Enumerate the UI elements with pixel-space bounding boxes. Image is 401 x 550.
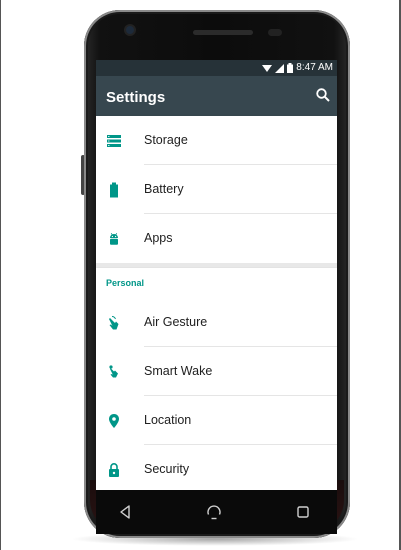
front-camera (126, 26, 134, 34)
settings-item-label: Storage (144, 133, 188, 147)
settings-item-battery[interactable]: Battery (96, 165, 337, 214)
signal-icon (275, 63, 285, 73)
settings-item-label: Security (144, 462, 190, 476)
status-bar: 8:47 AM (96, 60, 337, 76)
location-pin-icon (109, 414, 119, 428)
status-time: 8:47 AM (296, 62, 333, 73)
settings-item-storage[interactable]: Storage (96, 116, 337, 165)
settings-item-label: Location (144, 413, 192, 427)
page-title: Settings (106, 89, 166, 106)
app-bar: Settings (96, 76, 337, 116)
settings-item-air-gesture[interactable]: Air Gesture (96, 298, 337, 347)
earpiece-speaker (193, 30, 253, 35)
settings-item-label: Apps (144, 231, 173, 245)
lock-icon (109, 463, 119, 477)
storage-icon (107, 135, 121, 147)
proximity-sensor (268, 29, 282, 36)
phone-screen: 8:47 AM Settings Storage Battery Apps Pe… (96, 60, 337, 490)
image-border-left (0, 0, 1, 550)
settings-item-apps[interactable]: Apps (96, 214, 337, 263)
search-icon[interactable] (315, 87, 331, 103)
settings-item-security[interactable]: Security (96, 445, 337, 490)
android-icon (110, 232, 118, 245)
settings-item-label: Air Gesture (144, 315, 208, 329)
settings-list: Storage Battery Apps Personal Air Gestur… (96, 116, 337, 490)
settings-item-label: Battery (144, 182, 184, 196)
wifi-icon (262, 64, 273, 72)
settings-section-device: Storage Battery Apps (96, 116, 337, 263)
recents-icon[interactable] (293, 502, 313, 522)
battery-icon (287, 63, 294, 73)
section-header-personal: Personal (106, 278, 145, 288)
home-icon[interactable] (204, 502, 224, 522)
air-gesture-icon (109, 316, 119, 330)
settings-item-location[interactable]: Location (96, 396, 337, 445)
settings-item-smart-wake[interactable]: Smart Wake (96, 347, 337, 396)
navigation-bar (96, 490, 337, 534)
settings-item-label: Smart Wake (144, 364, 213, 378)
back-icon[interactable] (115, 502, 135, 522)
battery-icon (110, 182, 118, 198)
settings-section-personal: Personal Air Gesture Smart Wake Location… (96, 268, 337, 490)
smart-wake-icon (109, 365, 118, 378)
